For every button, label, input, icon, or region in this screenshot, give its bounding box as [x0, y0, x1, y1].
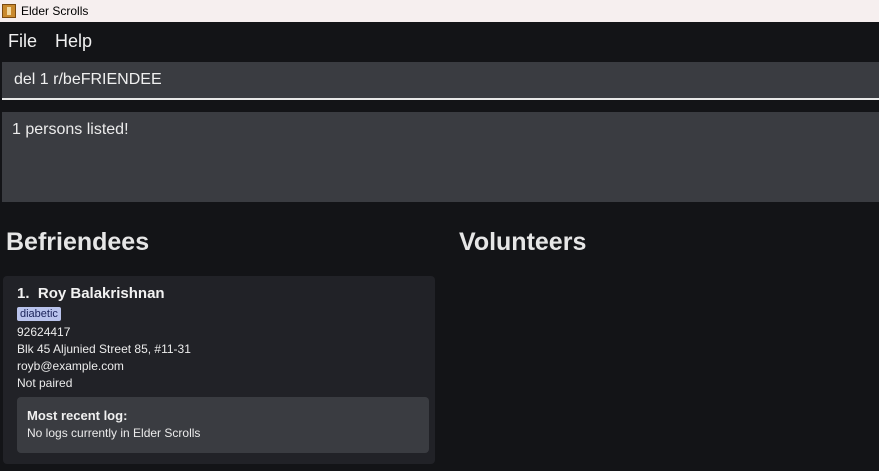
command-box	[2, 62, 879, 100]
person-email: royb@example.com	[17, 359, 124, 373]
menu-file[interactable]: File	[8, 31, 37, 52]
person-address: Blk 45 Aljunied Street 85, #11-31	[17, 342, 191, 356]
volunteers-title: Volunteers	[459, 228, 587, 256]
befriendees-title: Befriendees	[6, 228, 150, 256]
result-text: 1 persons listed!	[12, 121, 129, 138]
result-display: 1 persons listed!	[2, 112, 879, 202]
menu-bar: File Help	[0, 22, 879, 60]
person-index: 1.	[17, 285, 30, 302]
person-pairing: Not paired	[17, 376, 73, 390]
person-name-row: 1. Roy Balakrishnan	[17, 285, 165, 302]
person-phone: 92624417	[17, 325, 71, 339]
app-scroll-icon	[2, 4, 16, 18]
window-title: Elder Scrolls	[21, 4, 89, 18]
menu-help[interactable]: Help	[55, 31, 92, 52]
command-input[interactable]	[2, 62, 879, 98]
befriendee-card[interactable]: 1. Roy Balakrishnan diabetic 92624417 Bl…	[3, 276, 435, 464]
window-title-bar: Elder Scrolls	[0, 0, 879, 22]
log-text: No logs currently in Elder Scrolls	[27, 426, 201, 440]
log-title: Most recent log:	[27, 408, 128, 423]
person-name: Roy Balakrishnan	[37, 285, 165, 302]
recent-log-box: Most recent log: No logs currently in El…	[17, 397, 429, 453]
tag-badge: diabetic	[17, 307, 61, 321]
